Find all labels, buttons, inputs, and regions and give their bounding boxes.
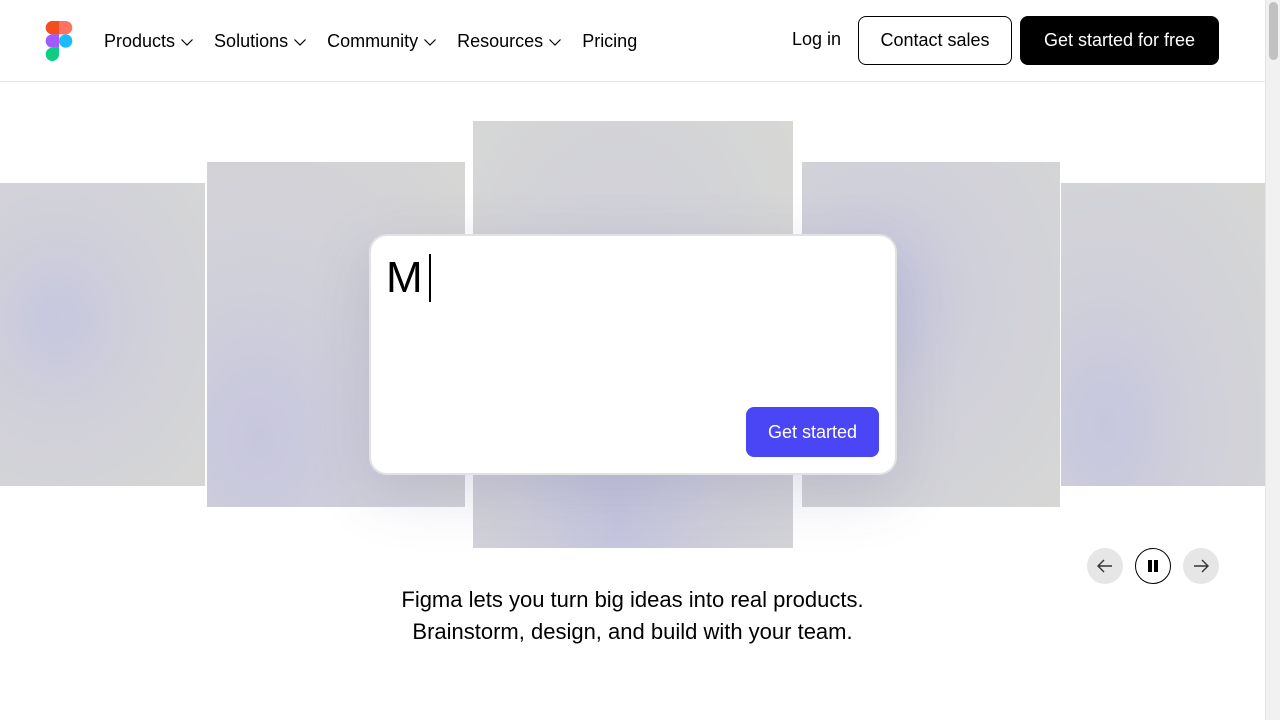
prompt-value: M	[386, 253, 423, 302]
page-scrollbar[interactable]	[1265, 0, 1280, 720]
arrow-right-icon	[1194, 559, 1209, 573]
carousel-pause-button[interactable]	[1135, 548, 1171, 584]
carousel-slide	[1061, 183, 1265, 486]
carousel-next-button[interactable]	[1183, 548, 1219, 584]
prompt-card: M Get started	[369, 234, 897, 475]
tagline-line: Brainstorm, design, and build with your …	[412, 619, 853, 644]
contact-sales-button[interactable]: Contact sales	[858, 16, 1012, 65]
nav-label: Resources	[457, 30, 544, 51]
prompt-input[interactable]: M	[386, 252, 431, 304]
main-nav: Products Solutions Community Resources P…	[104, 0, 657, 82]
nav-label: Community	[327, 30, 419, 51]
chevron-down-icon	[549, 38, 562, 46]
scrollbar-thumb[interactable]	[1269, 2, 1278, 60]
tagline-line: Figma lets you turn big ideas into real …	[401, 587, 864, 612]
text-caret	[428, 254, 431, 302]
chevron-down-icon	[424, 38, 437, 46]
nav-solutions[interactable]: Solutions	[214, 31, 307, 52]
carousel-prev-button[interactable]	[1087, 548, 1123, 584]
nav-label: Solutions	[214, 30, 289, 51]
nav-label: Pricing	[582, 30, 638, 51]
nav-products[interactable]: Products	[104, 31, 194, 52]
nav-community[interactable]: Community	[327, 31, 437, 52]
arrow-left-icon	[1097, 559, 1112, 573]
login-link[interactable]: Log in	[792, 29, 841, 50]
nav-label: Products	[104, 30, 176, 51]
figma-logo-icon[interactable]	[45, 21, 73, 61]
hero-tagline: Figma lets you turn big ideas into real …	[0, 584, 1265, 648]
chevron-down-icon	[181, 38, 193, 46]
chevron-down-icon	[294, 38, 307, 46]
nav-resources[interactable]: Resources	[457, 31, 562, 52]
top-navigation-bar: Products Solutions Community Resources P…	[0, 0, 1265, 82]
get-started-button[interactable]: Get started	[746, 407, 879, 457]
get-started-free-button[interactable]: Get started for free	[1020, 16, 1219, 65]
nav-pricing[interactable]: Pricing	[582, 31, 637, 52]
pause-icon	[1148, 560, 1158, 572]
page: Products Solutions Community Resources P…	[0, 0, 1265, 720]
carousel-slide	[0, 183, 205, 486]
